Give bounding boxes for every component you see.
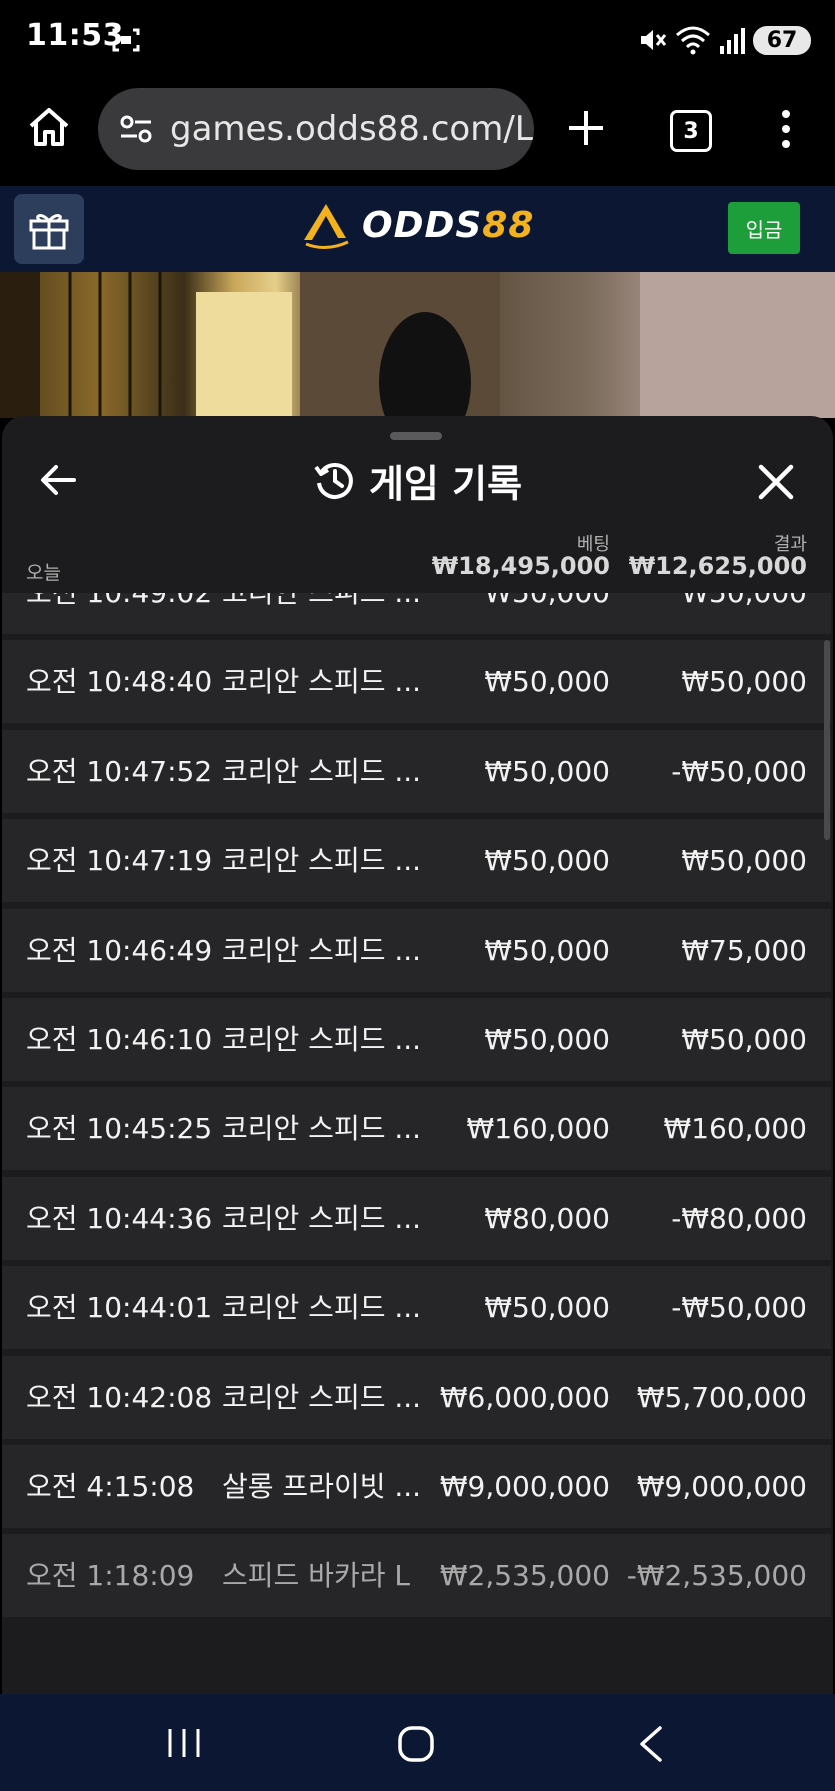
history-row[interactable]: 오전 10:45:25 코리안 스피드 ... ₩160,000 ₩160,000 — [2, 1087, 831, 1171]
home-nav-icon[interactable] — [396, 1724, 436, 1764]
row-time: 오전 10:47:52 — [26, 754, 213, 788]
history-row[interactable]: 오전 4:15:08 살롱 프라이빗 ... ₩9,000,000 ₩9,000,00… — [2, 1445, 831, 1528]
history-list[interactable]: 오전 10:49:02코리안 스피드 ...₩50,000₩50,000오전 1… — [2, 593, 831, 1695]
row-bet-amount: ₩50,000 — [484, 754, 610, 788]
deposit-button[interactable]: 입금 — [728, 202, 800, 254]
row-bet-amount: ₩9,000,000 — [439, 1470, 610, 1503]
history-row[interactable]: 오전 10:49:02코리안 스피드 ... ₩50,000 ₩50,000 — [2, 593, 831, 634]
signal-icon — [720, 28, 745, 54]
row-game-name: 코리안 스피드 ... — [222, 1380, 422, 1414]
row-time: 오전 1:18:09 — [26, 1559, 195, 1593]
site-info-icon[interactable] — [118, 111, 154, 147]
battery-indicator: 67 — [753, 25, 811, 55]
row-time: 오전 10:46:49 — [26, 933, 213, 967]
row-bet-amount: ₩50,000 — [484, 593, 610, 634]
tabs-icon[interactable]: 3 — [670, 110, 712, 152]
row-result-amount: ₩160,000 — [663, 1112, 807, 1146]
bet-total: ₩18,495,000 — [431, 552, 610, 580]
row-result-amount: ₩75,000 — [681, 933, 807, 967]
history-row[interactable]: 오전 10:44:36 코리안 스피드 ... ₩80,000 -₩80,000 — [2, 1176, 831, 1260]
history-row[interactable]: 오전 1:18:09 스피드 바카라 L ₩2,535,000 -₩2,535,000 — [2, 1534, 831, 1618]
row-game-name: 코리안 스피드 ... — [222, 593, 421, 634]
logo-text-prefix: ODDS — [362, 204, 483, 246]
row-result-amount: -₩50,000 — [671, 1291, 807, 1325]
row-game-name: 스피드 바카라 L — [222, 1559, 410, 1593]
history-icon — [314, 462, 353, 499]
row-game-name: 코리안 스피드 ... — [222, 1291, 422, 1325]
close-icon[interactable] — [758, 464, 794, 500]
row-time: 오전 10:44:01 — [26, 1291, 213, 1325]
sheet-header: 게임 기록 — [0, 452, 835, 508]
row-result-amount: ₩9,000,000 — [636, 1470, 807, 1503]
row-time: 오전 4:15:08 — [26, 1470, 195, 1503]
list-scrollbar[interactable] — [824, 640, 830, 840]
wifi-icon — [676, 26, 710, 55]
mute-icon — [641, 30, 667, 50]
row-bet-amount: ₩2,535,000 — [439, 1559, 610, 1593]
history-row[interactable]: 오전 10:44:01 코리안 스피드 ... ₩50,000 -₩50,000 — [2, 1266, 831, 1350]
date-group-label: 오늘 — [26, 562, 61, 584]
row-bet-amount: ₩50,000 — [484, 844, 610, 878]
row-bet-amount: ₩160,000 — [466, 1112, 610, 1146]
address-bar[interactable]: games.odds88.com/La — [98, 88, 534, 170]
row-time: 오전 10:44:36 — [26, 1201, 213, 1235]
row-game-name: 코리안 스피드 ... — [222, 933, 422, 967]
live-game-video[interactable] — [0, 272, 835, 418]
logo-mark-icon — [304, 204, 349, 249]
row-result-amount: ₩5,700,000 — [636, 1380, 807, 1414]
row-game-name: 코리안 스피드 ... — [222, 665, 422, 699]
row-time: 오전 10:45:25 — [26, 1112, 213, 1146]
row-time: 오전 10:48:40 — [26, 665, 213, 699]
plus-icon[interactable] — [566, 108, 606, 148]
sheet-drag-handle[interactable] — [390, 432, 442, 440]
row-bet-amount: ₩50,000 — [484, 933, 610, 967]
history-row[interactable]: 오전 10:46:10 코리안 스피드 ... ₩50,000 ₩50,000 — [2, 998, 831, 1081]
status-icons: 67 — [637, 22, 811, 58]
row-game-name: 코리안 스피드 ... — [222, 844, 422, 878]
row-game-name: 코리안 스피드 ... — [222, 1201, 422, 1235]
row-result-amount: ₩50,000 — [681, 593, 807, 634]
row-game-name: 코리안 스피드 ... — [222, 1112, 422, 1146]
result-total: ₩12,625,000 — [628, 552, 807, 580]
row-bet-amount: ₩50,000 — [484, 1023, 610, 1056]
sheet-title: 게임 기록 — [368, 461, 523, 506]
row-bet-amount: ₩6,000,000 — [439, 1380, 610, 1414]
row-game-name: 코리안 스피드 ... — [222, 754, 422, 788]
site-logo[interactable]: ODDS88 — [300, 200, 534, 250]
row-result-amount: ₩50,000 — [681, 665, 807, 699]
row-game-name: 코리안 스피드 ... — [222, 1023, 422, 1056]
row-time: 오전 10:46:10 — [26, 1023, 213, 1056]
history-row[interactable]: 오전 10:47:52 코리안 스피드 ... ₩50,000 -₩50,000 — [2, 729, 831, 813]
home-icon[interactable] — [26, 104, 72, 150]
gift-button[interactable] — [14, 194, 84, 264]
row-time: 오전 10:47:19 — [26, 844, 213, 878]
screenshot-icon — [112, 28, 140, 52]
row-result-amount: ₩50,000 — [681, 1023, 807, 1056]
logo-text-suffix: 88 — [482, 204, 535, 246]
history-row[interactable]: 오전 10:48:40 코리안 스피드 ... ₩50,000 ₩50,000 — [2, 640, 831, 724]
row-result-amount: -₩80,000 — [671, 1201, 807, 1235]
gift-icon — [29, 214, 69, 250]
more-vert-icon[interactable] — [776, 108, 796, 150]
row-result-amount: ₩50,000 — [681, 844, 807, 878]
recents-icon[interactable] — [164, 1726, 204, 1760]
row-bet-amount: ₩50,000 — [484, 665, 610, 699]
history-row[interactable]: 오전 10:47:19 코리안 스피드 ... ₩50,000 ₩50,000 — [2, 819, 831, 903]
row-game-name: 살롱 프라이빗 ... — [222, 1470, 422, 1503]
status-time: 11:53 — [26, 18, 124, 53]
row-time: 오전 10:49:02 — [26, 593, 212, 634]
row-bet-amount: ₩80,000 — [484, 1201, 610, 1235]
row-time: 오전 10:42:08 — [26, 1380, 213, 1414]
history-row[interactable]: 오전 10:46:49 코리안 스피드 ... ₩50,000 ₩75,000 — [2, 908, 831, 992]
row-result-amount: -₩50,000 — [671, 754, 807, 788]
row-bet-amount: ₩50,000 — [484, 1291, 610, 1325]
history-row[interactable]: 오전 10:42:08 코리안 스피드 ... ₩6,000,000 ₩5,700,0… — [2, 1355, 831, 1439]
logo-text: ODDS88 — [362, 205, 534, 246]
video-frame — [0, 272, 835, 418]
back-nav-icon[interactable] — [636, 1724, 666, 1764]
url-text[interactable]: games.odds88.com/La — [170, 109, 534, 149]
row-result-amount: -₩2,535,000 — [626, 1559, 807, 1593]
